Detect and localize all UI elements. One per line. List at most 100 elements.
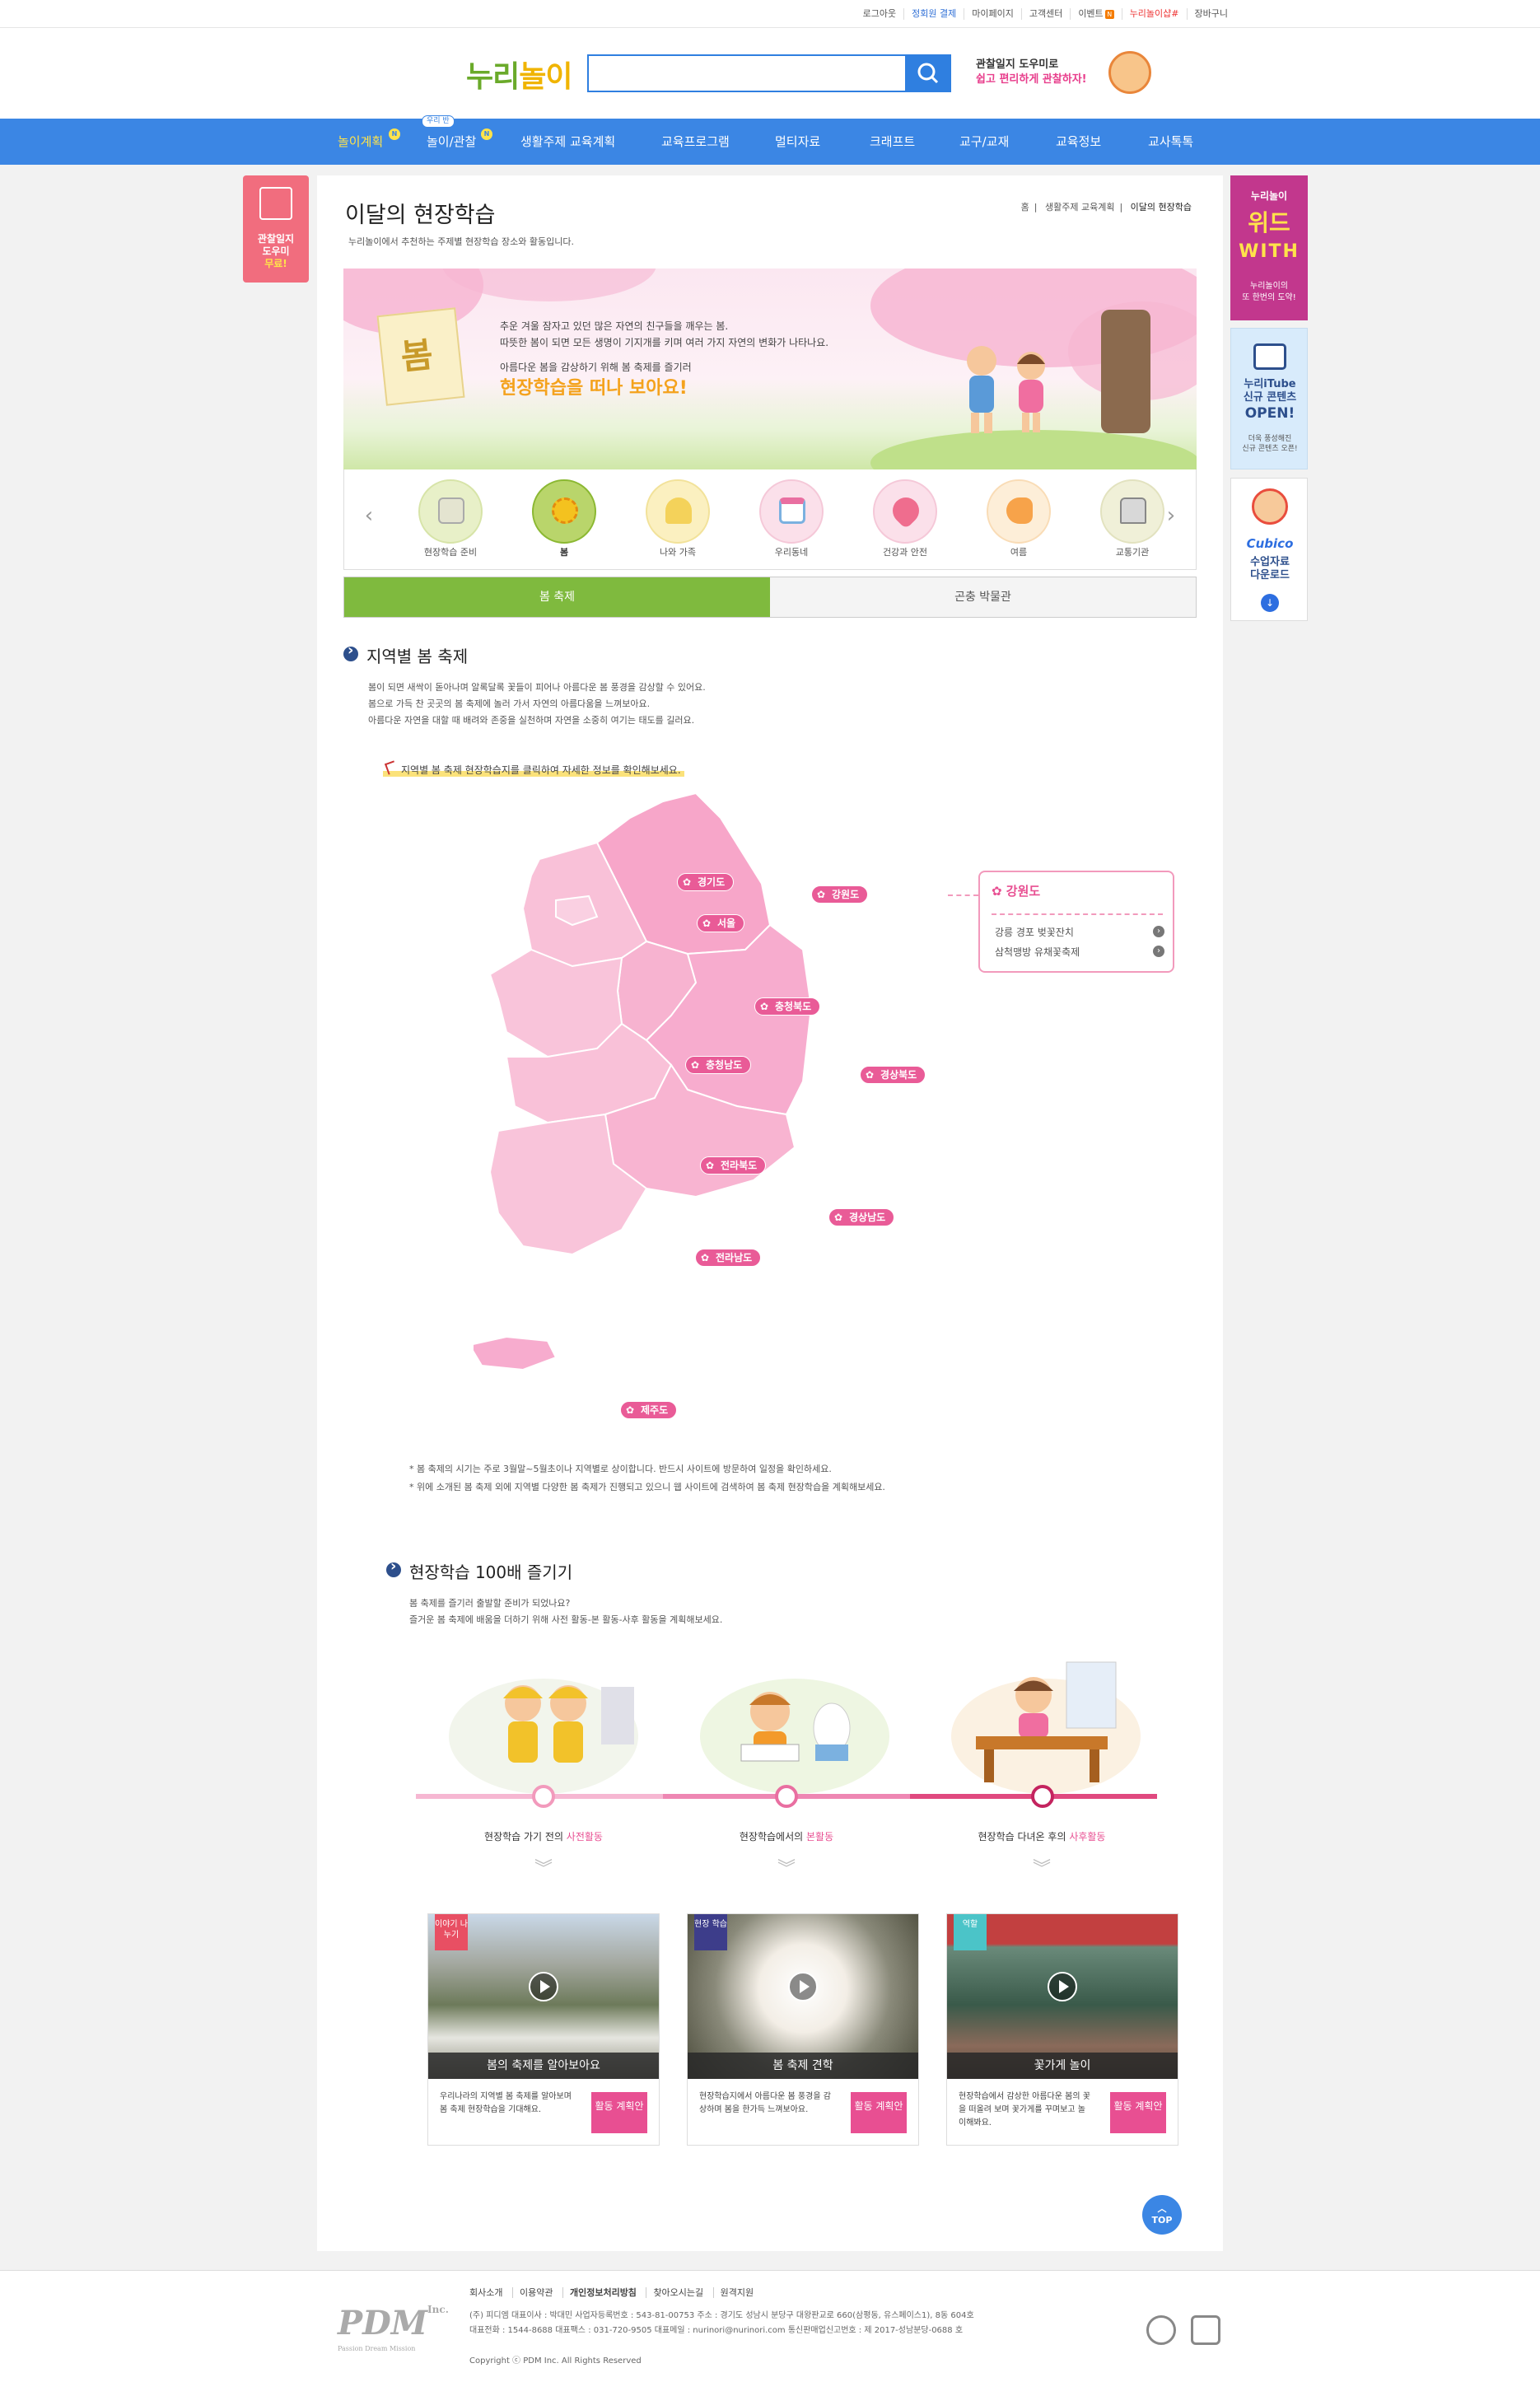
region-label-chungnam[interactable]: 충청남도 xyxy=(685,1056,752,1074)
section-title-regional-festival: 지역별 봄 축제 xyxy=(343,642,468,667)
terms-link[interactable]: 이용약관 xyxy=(511,2287,560,2298)
nav-item-play-plan[interactable]: 놀이계획 N xyxy=(338,119,400,165)
activity-plan-button[interactable]: 활동 계획안 xyxy=(851,2092,907,2133)
event-link[interactable]: 이벤트 N xyxy=(1070,8,1121,20)
theme-circle xyxy=(646,479,710,544)
chevron-down-icon: ︾ xyxy=(777,1859,796,1880)
region-label-gyeonggi[interactable]: 경기도 xyxy=(677,873,735,891)
nav-item-education-program[interactable]: 교육프로그램 xyxy=(661,119,730,165)
breadcrumb-category[interactable]: 생활주제 교육계획 xyxy=(1040,202,1119,213)
mypage-link[interactable]: 마이페이지 xyxy=(964,8,1021,20)
theme-item-health-safety[interactable]: 건강과 안전 xyxy=(868,479,942,558)
scroll-top-button[interactable]: ︿ TOP xyxy=(1142,2195,1182,2235)
logo-text-b: 놀이 xyxy=(519,60,572,94)
region-label-seoul[interactable]: 서울 xyxy=(697,914,745,932)
logout-link[interactable]: 로그아웃 xyxy=(856,8,903,20)
observation-helper-banner[interactable]: 관찰일지 도우미 무료! xyxy=(243,175,309,283)
membership-payment-link[interactable]: 정회원 결제 xyxy=(903,8,964,20)
theme-item-me-family[interactable]: 나와 가족 xyxy=(641,479,715,558)
pre-activity-illustration xyxy=(449,1679,638,1794)
company-info: (주) 피디엠 대표이사 : 박대민 사업자등록번호 : 543-81-0075… xyxy=(469,2309,974,2338)
site-logo[interactable]: 누리놀이 xyxy=(466,53,573,96)
play-icon[interactable] xyxy=(1048,1972,1077,2001)
page-title: 이달의 현장학습 xyxy=(345,203,496,228)
activity-plan-button[interactable]: 활동 계획안 xyxy=(591,2092,647,2133)
site-header: 누리놀이 관찰일지 도우미로 쉽고 편리하게 관찰하자! xyxy=(0,28,1540,119)
our-class-pill: 우리 반 xyxy=(422,115,455,128)
theme-label: 현장학습 준비 xyxy=(423,547,478,558)
theme-item-summer[interactable]: 여름 xyxy=(982,479,1056,558)
remote-support-link[interactable]: 원격지원 xyxy=(712,2287,761,2298)
nav-item-play-observation[interactable]: 우리 반 놀이/관찰 N xyxy=(422,115,492,165)
customer-center-link[interactable]: 고객센터 xyxy=(1020,8,1070,20)
carousel-prev-button[interactable]: ‹ xyxy=(361,505,377,526)
nurinori-with-banner[interactable]: 누리놀이 위드 WITH 누리놀이의 또 한번의 도약! xyxy=(1230,175,1308,320)
region-label-gyeongnam[interactable]: 경상남도 xyxy=(828,1208,895,1226)
map-instruction-text: 지역별 봄 축제 현장학습지를 클릭하여 자세한 정보를 확인해보세요. xyxy=(401,764,681,776)
region-label-jeonnam[interactable]: 전라남도 xyxy=(695,1249,762,1267)
chevron-up-icon: ︿ xyxy=(1157,2203,1167,2214)
festival-link[interactable]: 삼척맹방 유채꽃축제 › xyxy=(995,945,1164,959)
search-input[interactable] xyxy=(589,56,902,91)
observation-promo[interactable]: 관찰일지 도우미로 쉽고 편리하게 관찰하자! xyxy=(976,58,1087,87)
banner-headline: 현장학습을 떠나 보아요! xyxy=(500,378,688,399)
card-caption: 꽃가게 놀이 xyxy=(947,2053,1178,2079)
play-icon[interactable] xyxy=(529,1972,558,2001)
nuri-itube-banner[interactable]: 누리iTube 신규 콘텐츠 OPEN! 더욱 풍성해진 신규 콘텐츠 오픈! xyxy=(1230,328,1308,469)
shop-link[interactable]: 누리놀이샵# xyxy=(1121,8,1187,20)
banner-line: 또 한번의 도약! xyxy=(1242,293,1296,302)
search-button[interactable] xyxy=(905,54,951,92)
banner-line: 아름다운 봄을 감상하기 위해 봄 축제를 즐기러 xyxy=(500,362,692,373)
play-icon[interactable] xyxy=(788,1972,818,2001)
breadcrumb-home[interactable]: 홈 xyxy=(1016,202,1034,213)
theme-circle xyxy=(532,479,596,544)
desc-line: 봄이 되면 새싹이 돋아나며 알록달록 꽃들이 피어나 아름다운 봄 풍경을 감… xyxy=(368,682,706,693)
theme-item-neighborhood[interactable]: 우리동네 xyxy=(754,479,828,558)
nav-item-teacher-talk[interactable]: 교사톡톡 xyxy=(1148,119,1193,165)
region-label-gangwon[interactable]: 강원도 xyxy=(811,885,869,904)
company-link[interactable]: 회사소개 xyxy=(469,2287,509,2298)
cubico-download-banner[interactable]: Cubico 수업자료 다운로드 ↓ xyxy=(1230,478,1308,621)
region-label-gyeongbuk[interactable]: 경상북도 xyxy=(860,1066,926,1084)
activity-plan-button[interactable]: 활동 계획안 xyxy=(1110,2092,1166,2133)
theme-item-fieldtrip-prep[interactable]: 현장학습 준비 xyxy=(413,479,488,558)
banner-desc: 더욱 풍성해진 신규 콘텐츠 오픈! xyxy=(1231,434,1309,454)
theme-label: 우리동네 xyxy=(774,547,809,558)
banner-line: 누리놀이의 xyxy=(1250,282,1288,291)
theme-circle xyxy=(418,479,483,544)
privacy-link[interactable]: 개인정보처리방침 xyxy=(562,2287,643,2298)
popup-divider xyxy=(992,913,1163,915)
nav-item-craft[interactable]: 크래프트 xyxy=(870,119,915,165)
festival-link[interactable]: 강릉 경포 벚꽃잔치 › xyxy=(995,925,1164,939)
region-label-jeonbuk[interactable]: 전라북도 xyxy=(700,1156,767,1175)
banner-text: 추운 겨울 잠자고 있던 많은 자연의 친구들을 깨우는 봄. 따뜻한 봄이 되… xyxy=(500,318,828,402)
footer-links: 회사소개 이용약관 개인정보처리방침 찾아오시는길 원격지원 xyxy=(469,2286,761,2299)
banner-line: 관찰일지 xyxy=(257,233,295,245)
region-label-chungbuk[interactable]: 충청북도 xyxy=(754,997,821,1016)
utility-links: 로그아웃 정회원 결제 마이페이지 고객센터 이벤트 N 누리놀이샵# 장바구니 xyxy=(856,0,1235,28)
card-caption: 봄의 축제를 알아보아요 xyxy=(428,2053,659,2079)
step-label-highlight: 사후활동 xyxy=(1069,1831,1106,1843)
region-chungnam[interactable] xyxy=(488,948,623,1058)
festival-name: 강릉 경포 벚꽃잔치 xyxy=(995,927,1074,938)
theme-item-transport[interactable]: 교통기관 xyxy=(1095,479,1169,558)
region-jeju[interactable] xyxy=(474,1335,558,1371)
region-label-jeju[interactable]: 제주도 xyxy=(620,1401,678,1419)
logo-suffix: Inc. xyxy=(427,2304,449,2315)
theme-label: 건강과 안전 xyxy=(882,547,928,558)
theme-item-spring[interactable]: 봄 xyxy=(527,479,601,558)
site-footer: PDMInc. Passion Dream Mission 회사소개 이용약관 개… xyxy=(0,2270,1540,2382)
note-line: * 위에 소개된 봄 축제 외에 지역별 다양한 봄 축제가 진행되고 있으니 … xyxy=(409,1482,885,1492)
promo-line1: 관찰일지 도우미로 xyxy=(976,58,1059,71)
tab-spring-festival[interactable]: 봄 축제 xyxy=(344,577,770,617)
nav-item-life-theme-plan[interactable]: 생활주제 교육계획 xyxy=(520,119,615,165)
tab-insect-museum[interactable]: 곤충 박물관 xyxy=(770,577,1196,617)
activity-card-post: 꽃가게 놀이 역할 현장학습에서 감상한 아름다운 봄의 꽃을 떠올려 보며 꽃… xyxy=(946,1913,1178,2146)
post-activity-illustration xyxy=(951,1661,1141,1794)
directions-link[interactable]: 찾아오시는길 xyxy=(646,2287,711,2298)
theme-label: 여름 xyxy=(1010,547,1028,558)
nav-item-multimedia[interactable]: 멀티자료 xyxy=(775,119,820,165)
nav-item-education-info[interactable]: 교육정보 xyxy=(1056,119,1101,165)
cart-link[interactable]: 장바구니 xyxy=(1186,8,1235,20)
nav-item-teaching-aids[interactable]: 교구/교재 xyxy=(959,119,1009,165)
